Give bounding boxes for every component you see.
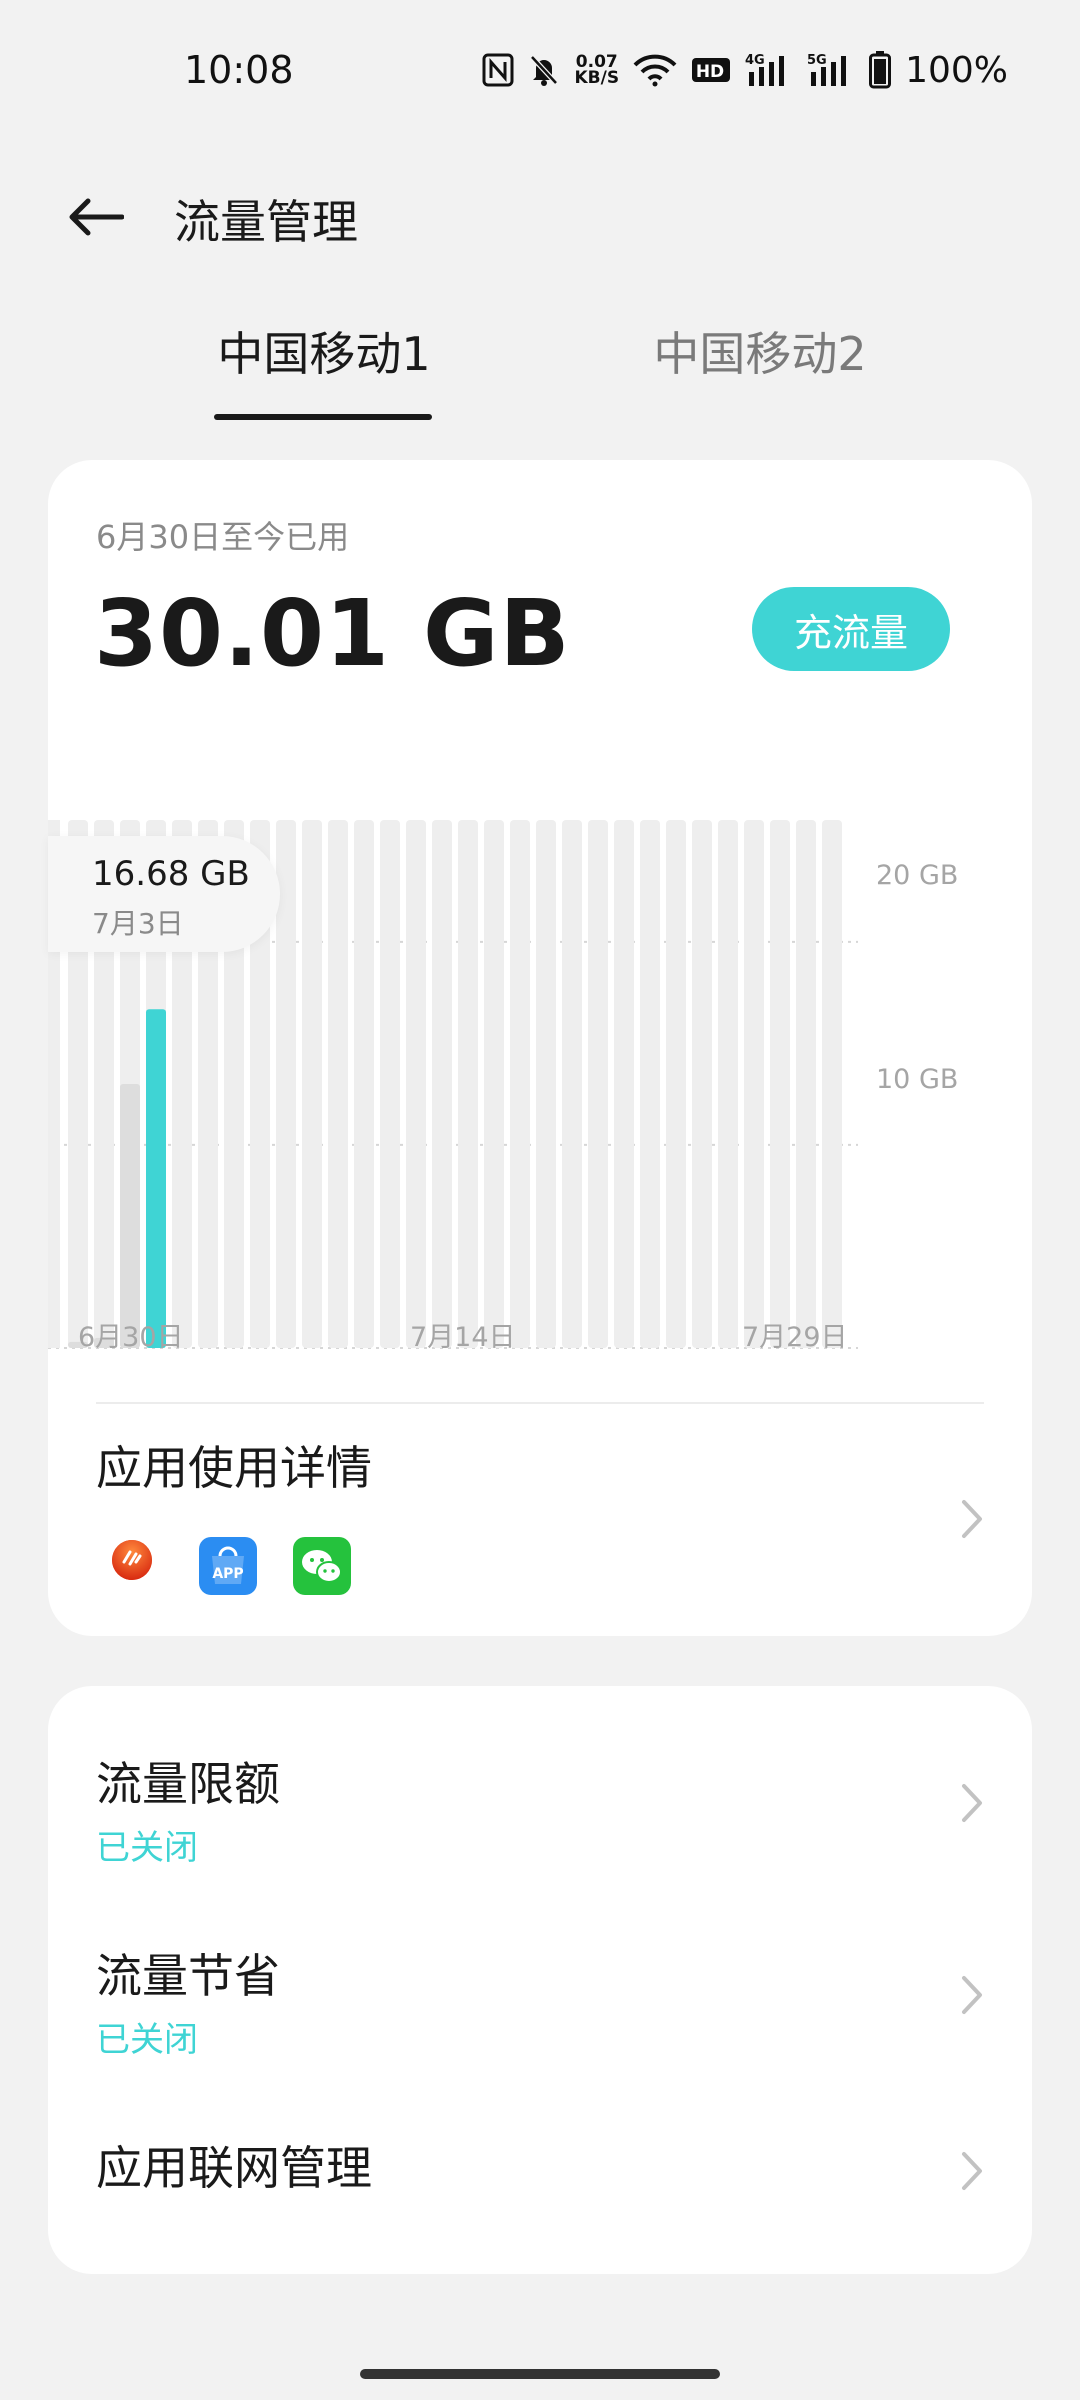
svg-text:5G: 5G xyxy=(807,53,827,68)
nfc-icon xyxy=(482,53,514,87)
chart-bar-track[interactable] xyxy=(770,820,790,1348)
chart-bar-track[interactable] xyxy=(406,820,426,1348)
tab-sim1-label: 中国移动1 xyxy=(217,327,431,381)
chart-bar-track[interactable] xyxy=(458,820,478,1348)
app-network-mgmt-title: 应用联网管理 xyxy=(96,2141,372,2195)
network-speed: 0.07 KB/S xyxy=(574,54,620,88)
status-bar: 10:08 0.07 KB/S HD 4G 5G 100% xyxy=(0,0,1080,140)
chart-bar-track[interactable] xyxy=(822,820,842,1348)
chart-bar-track[interactable] xyxy=(640,820,660,1348)
usage-period-label: 6月30日至今已用 xyxy=(96,518,350,556)
chart-bar-track[interactable] xyxy=(718,820,738,1348)
home-indicator[interactable] xyxy=(360,2369,720,2379)
settings-card: 流量限额 已关闭 流量节省 已关闭 应用联网管理 xyxy=(48,1686,1032,2274)
chart-bar-track[interactable] xyxy=(796,820,816,1348)
tooltip-date: 7月3日 xyxy=(92,907,184,940)
chart-bar-track[interactable] xyxy=(302,820,322,1348)
chevron-right-icon xyxy=(962,1500,982,1538)
sim-tabs: 中国移动1 中国移动2 xyxy=(0,310,1080,420)
data-saver-status: 已关闭 xyxy=(96,2020,198,2060)
usage-chart[interactable]: 16.68 GB 7月3日 20 GB 10 GB 6月30日 7月14日 7月… xyxy=(48,760,1032,1360)
data-limit-title: 流量限额 xyxy=(96,1757,280,1811)
battery-percent: 100% xyxy=(905,49,1008,91)
app-network-mgmt-row[interactable]: 应用联网管理 xyxy=(48,2078,1032,2274)
x-tick-label: 6月30日 xyxy=(78,1322,184,1353)
data-limit-status: 已关闭 xyxy=(96,1828,198,1868)
chart-bar-track[interactable] xyxy=(588,820,608,1348)
y-tick-label: 20 GB xyxy=(876,860,959,891)
tab-sim2[interactable]: 中国移动2 xyxy=(650,310,870,420)
svg-text:4G: 4G xyxy=(745,53,765,68)
chart-bar-track[interactable] xyxy=(510,820,530,1348)
status-time: 10:08 xyxy=(184,48,294,92)
chart-bar[interactable] xyxy=(120,1084,140,1348)
app-store-icon: APP xyxy=(199,1537,257,1595)
header: 流量管理 xyxy=(0,170,1080,260)
chart-bar-track[interactable] xyxy=(692,820,712,1348)
tab-active-indicator xyxy=(214,414,432,420)
data-saver-row[interactable]: 流量节省 已关闭 xyxy=(48,1882,1032,2078)
network-speed-unit: KB/S xyxy=(574,68,620,88)
page-title: 流量管理 xyxy=(174,195,358,249)
chart-bar-track[interactable] xyxy=(380,820,400,1348)
x-tick-label: 7月14日 xyxy=(410,1322,516,1353)
mute-bell-icon xyxy=(528,53,560,87)
data-saver-title: 流量节省 xyxy=(96,1949,280,2003)
chart-bar-track[interactable] xyxy=(744,820,764,1348)
wechat-icon xyxy=(293,1537,351,1595)
x-tick-label: 7月29日 xyxy=(742,1322,848,1353)
tab-sim1[interactable]: 中国移动1 xyxy=(214,310,434,420)
app-usage-row[interactable]: 应用使用详情 xyxy=(48,1404,1032,1636)
signal-sim2-icon: 5G xyxy=(807,52,855,88)
chevron-right-icon xyxy=(962,1784,982,1822)
battery-icon xyxy=(869,51,892,89)
signal-sim1-icon: 4G xyxy=(745,52,793,88)
chart-bar-track[interactable] xyxy=(614,820,634,1348)
wifi-icon xyxy=(633,53,677,87)
usage-total: 30.01 GB xyxy=(94,580,571,687)
chart-tooltip: 16.68 GB 7月3日 xyxy=(48,836,280,952)
back-button[interactable] xyxy=(60,182,130,252)
back-arrow-icon xyxy=(69,198,124,236)
chart-bar[interactable] xyxy=(146,1009,166,1348)
hd-voice-icon: HD xyxy=(691,55,731,85)
chevron-right-icon xyxy=(962,1976,982,2014)
app-usage-title: 应用使用详情 xyxy=(96,1441,372,1495)
chart-bar-track[interactable] xyxy=(484,820,504,1348)
chevron-right-icon xyxy=(962,2152,982,2190)
tooltip-value: 16.68 GB xyxy=(92,854,250,894)
status-icons: 0.07 KB/S HD 4G 5G 100% xyxy=(482,48,1008,92)
chart-bar-track[interactable] xyxy=(536,820,556,1348)
chart-bar-track[interactable] xyxy=(666,820,686,1348)
svg-text:HD: HD xyxy=(696,62,724,82)
chart-bar-track[interactable] xyxy=(432,820,452,1348)
chart-bar-track[interactable] xyxy=(354,820,374,1348)
app-store-icon-label: APP xyxy=(212,1566,243,1582)
chart-bar-track[interactable] xyxy=(328,820,348,1348)
red-circle-app-icon xyxy=(112,1540,152,1580)
data-limit-row[interactable]: 流量限额 已关闭 xyxy=(48,1686,1032,1882)
tab-sim2-label: 中国移动2 xyxy=(653,327,867,381)
chart-bar-track[interactable] xyxy=(562,820,582,1348)
usage-card: 6月30日至今已用 30.01 GB 充流量 16.68 GB 7月3日 20 … xyxy=(48,460,1032,1636)
topup-button[interactable]: 充流量 xyxy=(752,587,950,671)
y-tick-label: 10 GB xyxy=(876,1064,959,1095)
